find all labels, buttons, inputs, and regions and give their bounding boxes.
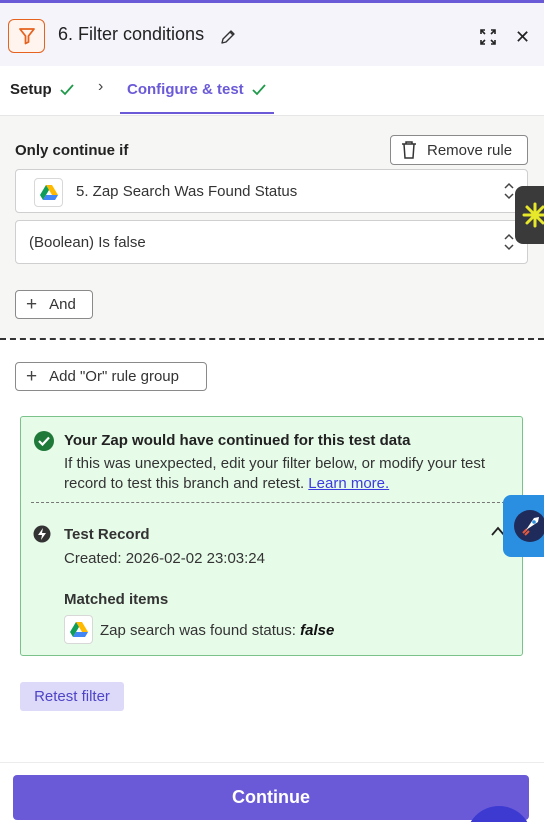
chevron-right-icon: ›	[98, 78, 104, 95]
matched-item: Zap search was found status: false	[100, 622, 334, 639]
matched-item-label: Zap search was found status:	[100, 622, 296, 639]
learn-more-link[interactable]: Learn more.	[308, 475, 389, 492]
page-title: 6. Filter conditions	[58, 24, 205, 44]
result-heading: Your Zap would have continued for this t…	[64, 432, 411, 449]
matched-items-heading: Matched items	[64, 591, 169, 608]
tab-setup[interactable]: Setup	[10, 81, 74, 98]
edit-title-icon[interactable]	[220, 29, 236, 50]
filter-rules: Only continue if Remove rule 5. Zap Sear…	[0, 115, 544, 339]
success-check-icon	[34, 431, 54, 451]
plus-icon: +	[26, 294, 38, 315]
sparkle-widget-icon[interactable]	[515, 186, 544, 244]
add-or-rule-group-button[interactable]: + Add "Or" rule group	[15, 362, 207, 391]
close-icon[interactable]: ✕	[515, 27, 530, 48]
result-divider	[31, 502, 515, 503]
test-record-title: Test Record	[64, 526, 150, 543]
only-continue-label: Only continue if	[15, 142, 129, 159]
continue-button[interactable]: Continue	[13, 775, 529, 820]
plus-icon: +	[26, 366, 38, 387]
active-tab-indicator	[120, 112, 274, 114]
result-body-text: If this was unexpected, edit your filter…	[64, 455, 486, 492]
google-drive-icon	[64, 615, 93, 644]
tab-configure-test[interactable]: Configure & test	[127, 81, 266, 98]
test-record-created: Created: 2026-02-02 23:03:24	[64, 550, 265, 567]
trash-icon	[402, 141, 416, 159]
condition-select-value: (Boolean) Is false	[29, 234, 146, 251]
rules-divider	[0, 338, 544, 340]
check-icon	[60, 83, 74, 95]
result-description: If this was unexpected, edit your filter…	[64, 454, 514, 494]
step-tabs: Setup › Configure & test	[0, 66, 544, 115]
retest-filter-button[interactable]: Retest filter	[20, 682, 124, 711]
field-select[interactable]: 5. Zap Search Was Found Status	[15, 169, 528, 213]
bolt-icon	[33, 525, 51, 543]
test-result-panel: Your Zap would have continued for this t…	[20, 416, 523, 656]
tab-configure-label: Configure & test	[127, 81, 244, 98]
matched-item-value: false	[300, 622, 335, 639]
condition-select[interactable]: (Boolean) Is false	[15, 220, 528, 264]
check-icon	[252, 83, 266, 95]
tab-setup-label: Setup	[10, 81, 52, 98]
updown-chevron-icon	[504, 182, 514, 200]
add-and-rule-button[interactable]: + And	[15, 290, 93, 319]
remove-rule-label: Remove rule	[427, 141, 513, 159]
google-drive-icon	[34, 178, 63, 207]
or-button-label: Add "Or" rule group	[49, 368, 179, 385]
rocket-widget-icon[interactable]	[503, 495, 544, 557]
and-button-label: And	[49, 296, 76, 313]
footer-bar: Continue	[0, 762, 544, 822]
updown-chevron-icon	[504, 233, 514, 251]
remove-rule-button[interactable]: Remove rule	[390, 135, 528, 165]
filter-icon	[8, 19, 45, 53]
expand-icon[interactable]	[479, 28, 497, 51]
field-select-value: 5. Zap Search Was Found Status	[76, 183, 298, 200]
panel-header: 6. Filter conditions ✕	[0, 0, 544, 66]
